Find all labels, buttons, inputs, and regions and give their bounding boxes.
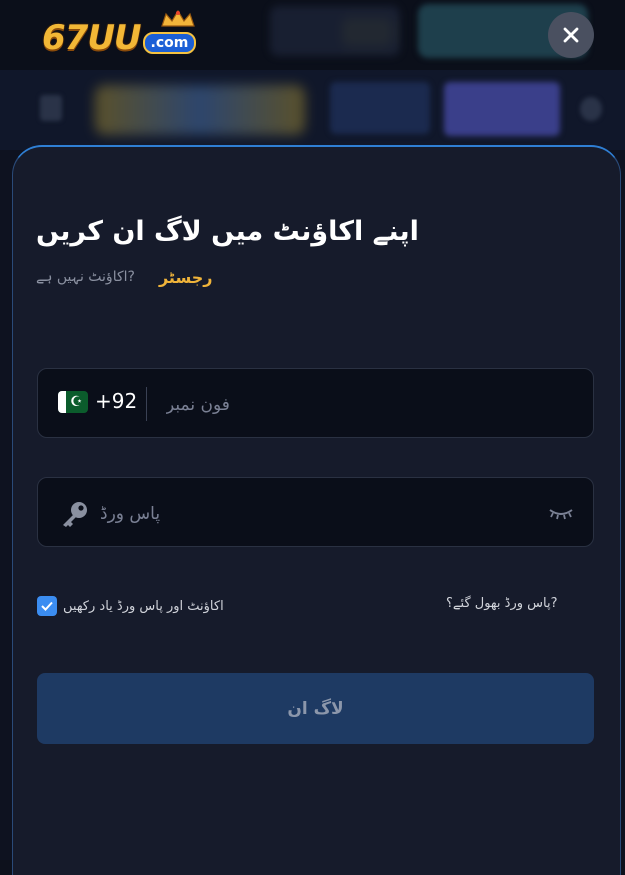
no-account-text: ?اکاؤنٹ نہیں ہے bbox=[36, 269, 135, 285]
remember-label: اکاؤنٹ اور پاس ورڈ یاد رکھیں bbox=[63, 598, 224, 614]
background-menu-icon bbox=[40, 95, 62, 121]
phone-field: ☪ +92 bbox=[37, 368, 594, 438]
forgot-password-link[interactable]: ?پاس ورڈ بھول گئے؟ bbox=[446, 596, 558, 611]
checkmark-icon bbox=[41, 601, 53, 611]
key-icon bbox=[63, 502, 87, 527]
background-search-blur bbox=[270, 6, 400, 56]
page-title: اپنے اکاؤنٹ میں لاگ ان کریں bbox=[36, 216, 419, 247]
close-icon bbox=[563, 27, 579, 43]
background-nav-button bbox=[330, 82, 430, 134]
background-user-icon bbox=[580, 97, 602, 121]
logo-wordmark: 67UU bbox=[42, 18, 142, 58]
register-prompt: ?اکاؤنٹ نہیں ہے رجسٹر bbox=[36, 265, 276, 289]
country-code[interactable]: +92 bbox=[95, 389, 137, 413]
eye-closed-icon[interactable] bbox=[548, 506, 574, 520]
background-logo-blur bbox=[95, 85, 305, 135]
logo-suffix: .com bbox=[142, 32, 197, 54]
login-button[interactable]: لاگ ان bbox=[37, 673, 594, 744]
register-link[interactable]: رجسٹر bbox=[159, 268, 213, 287]
phone-input[interactable] bbox=[164, 389, 548, 421]
password-input[interactable] bbox=[98, 498, 522, 530]
password-field bbox=[37, 477, 594, 547]
background-nav-button bbox=[444, 82, 560, 136]
remember-me[interactable]: اکاؤنٹ اور پاس ورڈ یاد رکھیں bbox=[37, 595, 224, 617]
crown-icon bbox=[161, 10, 195, 27]
site-logo: 67UU .com bbox=[42, 10, 197, 58]
pakistan-flag-icon[interactable]: ☪ bbox=[58, 391, 88, 413]
close-button[interactable] bbox=[548, 12, 594, 58]
remember-checkbox[interactable] bbox=[37, 596, 57, 616]
field-divider bbox=[146, 387, 147, 421]
